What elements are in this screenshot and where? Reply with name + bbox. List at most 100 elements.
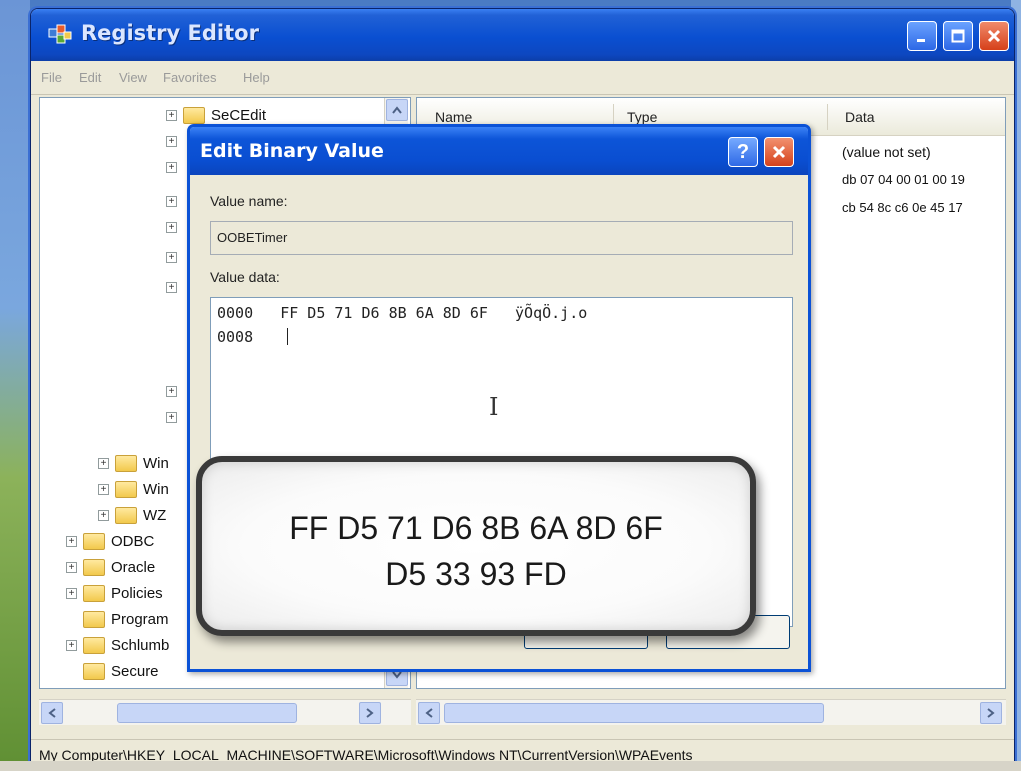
expand-icon[interactable]: + — [166, 411, 177, 423]
dialog-title-bar[interactable]: Edit Binary Value ? — [190, 127, 808, 175]
expand-icon[interactable]: + — [166, 281, 177, 293]
menu-bar: File Edit View Favorites Help — [31, 61, 1014, 95]
tree-item[interactable]: + — [166, 214, 183, 240]
scroll-right-button[interactable] — [980, 702, 1002, 724]
menu-help[interactable]: Help — [243, 70, 270, 85]
tree-item-oracle[interactable]: + Oracle — [66, 554, 155, 580]
help-button[interactable]: ? — [728, 137, 758, 167]
folder-icon — [83, 636, 105, 654]
value-name-field[interactable]: OOBETimer — [210, 221, 793, 255]
close-icon — [987, 29, 1001, 43]
scroll-thumb[interactable] — [444, 703, 824, 723]
folder-icon — [83, 558, 105, 576]
tree-item[interactable]: + — [166, 274, 183, 300]
menu-favorites[interactable]: Favorites — [163, 70, 216, 85]
chevron-left-icon — [48, 708, 56, 718]
expand-icon[interactable]: + — [166, 109, 177, 121]
scroll-left-button[interactable] — [418, 702, 440, 724]
folder-icon — [83, 662, 105, 680]
expand-placeholder — [66, 665, 77, 677]
tree-item-win-2[interactable]: + Win — [98, 476, 169, 502]
scroll-right-button[interactable] — [359, 702, 381, 724]
tree-item-label: Program — [111, 610, 169, 628]
bottom-edge — [0, 761, 1021, 771]
list-horizontal-scrollbar[interactable] — [416, 699, 1006, 725]
expand-icon[interactable]: + — [66, 561, 77, 573]
expand-icon[interactable]: + — [66, 535, 77, 547]
tree-item-label: Schlumb — [111, 636, 170, 654]
menu-view[interactable]: View — [119, 70, 147, 85]
tree-item-odbc[interactable]: + ODBC — [66, 528, 154, 554]
tree-item-program[interactable]: Program — [66, 606, 169, 632]
expand-icon[interactable]: + — [166, 195, 177, 207]
hex-value-callout: FF D5 71 D6 8B 6A 8D 6F D5 33 93 FD — [196, 456, 756, 636]
expand-icon[interactable]: + — [166, 161, 177, 173]
menu-edit[interactable]: Edit — [79, 70, 101, 85]
column-separator[interactable] — [827, 104, 828, 130]
tree-item-win-1[interactable]: + Win — [98, 450, 169, 476]
help-icon: ? — [736, 140, 750, 163]
tree-item[interactable]: + — [166, 244, 183, 270]
chevron-down-icon — [392, 671, 402, 679]
expand-icon[interactable]: + — [166, 385, 177, 397]
menu-file[interactable]: File — [41, 70, 62, 85]
close-button[interactable] — [979, 21, 1009, 51]
dialog-close-button[interactable] — [764, 137, 794, 167]
tree-item[interactable]: + — [166, 378, 183, 404]
callout-line-1: FF D5 71 D6 8B 6A 8D 6F — [289, 510, 663, 546]
data-cell[interactable]: cb 54 8c c6 0e 45 17 — [842, 200, 963, 215]
tree-item-label: Policies — [111, 584, 163, 602]
scroll-up-button[interactable] — [386, 99, 408, 121]
tree-horizontal-scrollbar[interactable] — [39, 699, 411, 725]
expand-icon[interactable]: + — [98, 509, 109, 521]
expand-icon[interactable]: + — [98, 483, 109, 495]
title-bar[interactable]: Registry Editor — [31, 9, 1014, 61]
folder-icon — [115, 480, 137, 498]
tree-item-label: WZ — [143, 506, 167, 524]
expand-icon[interactable]: + — [166, 251, 177, 263]
expand-icon[interactable]: + — [66, 639, 77, 651]
column-data[interactable]: Data — [845, 109, 875, 125]
maximize-button[interactable] — [943, 21, 973, 51]
tree-item-policies[interactable]: + Policies — [66, 580, 163, 606]
text-caret — [287, 328, 288, 345]
tree-item[interactable]: + — [166, 188, 183, 214]
minimize-button[interactable] — [907, 21, 937, 51]
minimize-icon — [917, 39, 925, 42]
folder-icon — [115, 454, 137, 472]
data-cell[interactable]: (value not set) — [842, 144, 931, 160]
tree-item-secure[interactable]: Secure — [66, 658, 159, 684]
expand-placeholder — [66, 613, 77, 625]
folder-icon — [83, 610, 105, 628]
expand-icon[interactable]: + — [66, 587, 77, 599]
tree-item-schlumb[interactable]: + Schlumb — [66, 632, 169, 658]
folder-icon — [115, 506, 137, 524]
chevron-right-icon — [366, 708, 374, 718]
column-type[interactable]: Type — [627, 109, 657, 125]
dialog-title: Edit Binary Value — [200, 140, 384, 162]
ibeam-cursor-icon: I — [489, 393, 499, 421]
folder-icon — [83, 532, 105, 550]
close-icon — [772, 145, 786, 159]
tree-item-label: Win — [143, 454, 169, 472]
tree-item-label: Secure — [111, 662, 159, 680]
column-name[interactable]: Name — [435, 109, 472, 125]
value-data-label: Value data: — [210, 269, 280, 285]
tree-item[interactable]: + — [166, 404, 183, 430]
folder-icon — [83, 584, 105, 602]
expand-icon[interactable]: + — [166, 221, 177, 233]
tree-item-label: Oracle — [111, 558, 156, 576]
expand-icon[interactable]: + — [98, 457, 109, 469]
expand-icon[interactable]: + — [166, 135, 177, 147]
tree-item[interactable]: + — [166, 154, 183, 180]
window-title: Registry Editor — [81, 21, 259, 45]
data-cell[interactable]: db 07 04 00 01 00 19 — [842, 172, 965, 187]
tree-item-label: ODBC — [111, 532, 155, 550]
tree-item[interactable]: + — [166, 128, 183, 154]
chevron-up-icon — [392, 106, 402, 114]
scroll-thumb[interactable] — [117, 703, 297, 723]
tree-item-label: SeCEdit — [211, 106, 267, 124]
chevron-right-icon — [987, 708, 995, 718]
scroll-left-button[interactable] — [41, 702, 63, 724]
tree-item-wz[interactable]: + WZ — [98, 502, 166, 528]
